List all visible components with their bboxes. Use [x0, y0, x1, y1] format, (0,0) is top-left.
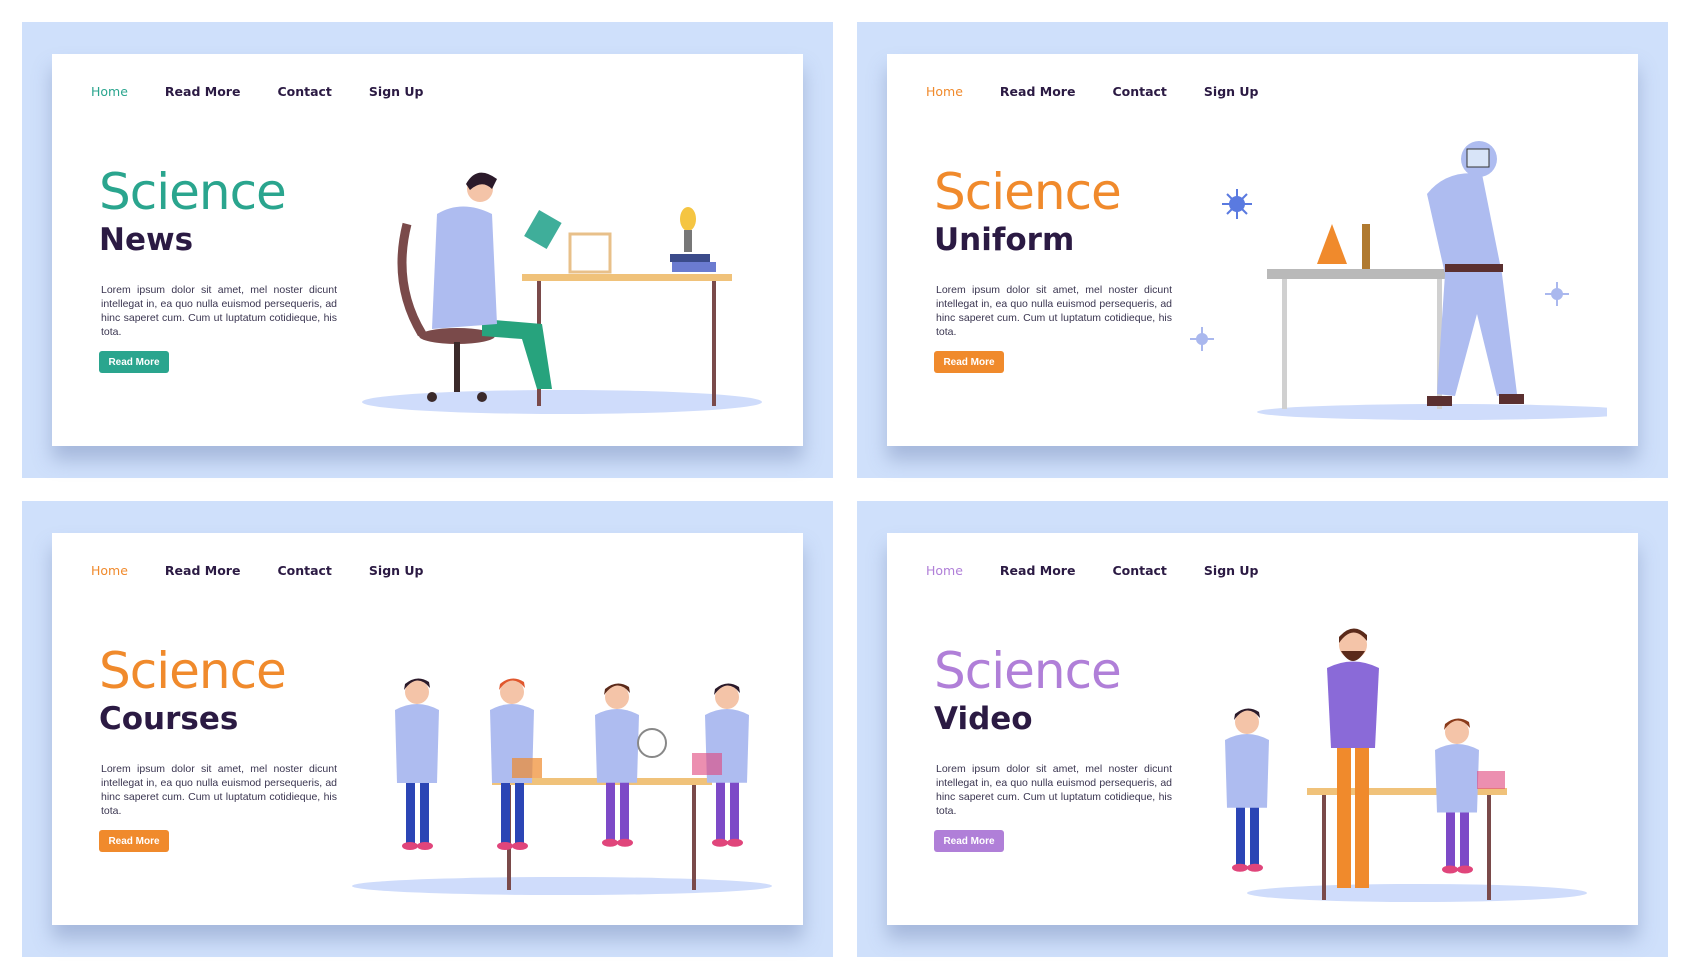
nav-contact[interactable]: Contact [277, 563, 331, 578]
hero-title: Science [99, 642, 287, 700]
hero-title: Science [99, 163, 287, 221]
hero-title: Science [934, 642, 1122, 700]
nav-read-more[interactable]: Read More [1000, 84, 1076, 99]
hero-subtitle: Video [934, 701, 1033, 737]
teacher-kids-illustration [1225, 628, 1587, 902]
nav-sign-up[interactable]: Sign Up [369, 84, 424, 99]
nav-bar: Home Read More Contact Sign Up [926, 563, 1259, 578]
hero-subtitle: News [99, 222, 194, 258]
nav-contact[interactable]: Contact [1112, 84, 1166, 99]
person-figure [595, 683, 639, 847]
nav-bar: Home Read More Contact Sign Up [91, 563, 424, 578]
person-figure [1435, 718, 1479, 874]
hero-title: Science [934, 163, 1122, 221]
nav-read-more[interactable]: Read More [1000, 563, 1076, 578]
read-more-button[interactable]: Read More [934, 351, 1004, 373]
nav-contact[interactable]: Contact [1112, 563, 1166, 578]
nav-home[interactable]: Home [926, 563, 963, 578]
nav-contact[interactable]: Contact [277, 84, 331, 99]
virus-icon [1545, 282, 1569, 306]
landing-panel-video: Home Read More Contact Sign Up Science Vide… [857, 501, 1668, 957]
hero-body-text: Lorem ipsum dolor sit amet, mel noster d… [101, 763, 337, 817]
lab-table [492, 778, 712, 890]
reading-scientist-illustration [362, 172, 762, 414]
landing-card: Home Read More Contact Sign Up Science Cour… [52, 533, 803, 925]
nav-read-more[interactable]: Read More [165, 84, 241, 99]
floor-shadow [362, 390, 762, 414]
hero-body-text: Lorem ipsum dolor sit amet, mel noster d… [101, 284, 337, 338]
landing-card: Home Read More Contact Sign Up Science Vide… [887, 533, 1638, 925]
virus-icon [1190, 327, 1214, 351]
teacher-figure [1327, 628, 1379, 888]
nav-bar: Home Read More Contact Sign Up [91, 84, 424, 99]
hazmat-scientist-illustration [1190, 141, 1607, 420]
lab-table [522, 274, 732, 406]
floor-shadow [1247, 884, 1587, 902]
chair [397, 222, 426, 337]
hero-subtitle: Courses [99, 701, 239, 737]
landing-panel-news: Home Read More Contact Sign Up Science News… [22, 22, 833, 478]
nav-home[interactable]: Home [91, 84, 128, 99]
person-figure [1225, 708, 1269, 872]
landing-panel-courses: Home Read More Contact Sign Up Science Cour… [22, 501, 833, 957]
hero-body-text: Lorem ipsum dolor sit amet, mel noster d… [936, 284, 1172, 338]
hero-subtitle: Uniform [934, 222, 1075, 258]
hero-body-text: Lorem ipsum dolor sit amet, mel noster d… [936, 763, 1172, 817]
read-more-button[interactable]: Read More [99, 351, 169, 373]
nav-sign-up[interactable]: Sign Up [369, 563, 424, 578]
nav-sign-up[interactable]: Sign Up [1204, 563, 1259, 578]
nav-bar: Home Read More Contact Sign Up [926, 84, 1259, 99]
read-more-button[interactable]: Read More [99, 830, 169, 852]
landing-panel-uniform: Home Read More Contact Sign Up Science Unif… [857, 22, 1668, 478]
students-lab-illustration [352, 678, 772, 895]
virus-icon [1222, 189, 1252, 219]
floor-shadow [352, 877, 772, 895]
floor-shadow [1257, 404, 1607, 420]
person-figure [395, 678, 439, 850]
nav-read-more[interactable]: Read More [165, 563, 241, 578]
nav-home[interactable]: Home [926, 84, 963, 99]
landing-card: Home Read More Contact Sign Up Science News… [52, 54, 803, 446]
landing-card: Home Read More Contact Sign Up Science Unif… [887, 54, 1638, 446]
lab-table [1267, 269, 1462, 279]
read-more-button[interactable]: Read More [934, 830, 1004, 852]
nav-home[interactable]: Home [91, 563, 128, 578]
nav-sign-up[interactable]: Sign Up [1204, 84, 1259, 99]
